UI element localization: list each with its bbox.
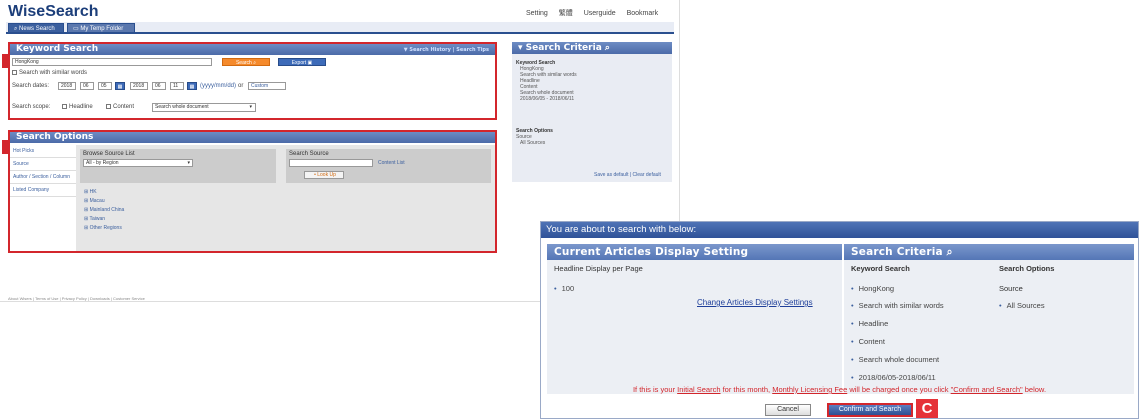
export-icon: ▣ xyxy=(307,60,313,66)
page-footer: About Wisers | Terms of Use | Privacy Po… xyxy=(8,296,145,301)
magnifier-icon: ⌕ xyxy=(253,60,257,66)
display-setting-title: Current Articles Display Setting xyxy=(547,244,842,260)
criteria-side-options: Search Options Source All Sources xyxy=(516,128,553,146)
browse-label: Browse Source List xyxy=(83,151,135,157)
display-setting-section: Current Articles Display Setting Headlin… xyxy=(547,244,842,394)
criteria-item: Search with similar words xyxy=(851,301,944,310)
wisesearch-logo: WiseSearch xyxy=(8,3,99,20)
criteria-item: HongKong xyxy=(851,284,894,293)
confirm-and-search-button[interactable]: Confirm and Search xyxy=(827,403,913,417)
options-content: Browse Source List All - by Region ▾ Sear… xyxy=(76,145,495,251)
region-hk[interactable]: ⊞ HK xyxy=(84,189,124,195)
date-to-day[interactable]: 11 xyxy=(170,82,184,90)
headline-per-page-label: Headline Display per Page xyxy=(554,264,643,273)
setting-link[interactable]: Setting xyxy=(526,10,548,17)
region-mainland[interactable]: ⊞ Mainland China xyxy=(84,207,124,213)
search-icon: ⌕ xyxy=(14,26,18,32)
calendar-from-icon[interactable]: ▦ xyxy=(115,82,125,90)
sidebar-item-hot-picks[interactable]: Hot Picks xyxy=(10,145,76,158)
search-source-label: Search Source xyxy=(289,151,329,157)
keyword-search-heading: Keyword Search xyxy=(851,264,910,273)
callout-a-tab xyxy=(2,54,10,68)
date-to-month[interactable]: 06 xyxy=(152,82,166,90)
region-tree: ⊞ HK ⊞ Macau ⊞ Mainland China ⊞ Taiwan ⊞… xyxy=(84,189,124,234)
callout-c-label: C xyxy=(916,399,938,418)
calendar-to-icon[interactable]: ▦ xyxy=(187,82,197,90)
folder-icon: ▭ xyxy=(73,26,79,32)
tab-news-search[interactable]: ⌕ News Search xyxy=(8,23,64,33)
keyword-input[interactable]: HongKong xyxy=(12,58,212,66)
region-other[interactable]: ⊞ Other Regions xyxy=(84,225,124,231)
userguide-link[interactable]: Userguide xyxy=(584,10,616,17)
magnifier-icon: ⌕ xyxy=(604,43,610,53)
options-sidebar: Hot Picks Source Author / Section / Colu… xyxy=(10,145,76,251)
licensing-notice: If this is your Initial Search for this … xyxy=(632,385,1047,394)
content-checkbox[interactable]: Content xyxy=(106,104,134,110)
search-source-box: Search Source Content List • Look Up xyxy=(286,149,491,183)
sidebar-item-author[interactable]: Author / Section / Column xyxy=(10,171,76,184)
search-criteria-section: Search Criteria ⌕ Keyword Search HongKon… xyxy=(844,244,1134,394)
search-button[interactable]: Search ⌕ xyxy=(222,58,270,66)
browse-source-box: Browse Source List All - by Region ▾ xyxy=(80,149,276,183)
dropdown-arrow-icon: ▾ xyxy=(249,104,252,110)
search-history-links[interactable]: ▼ Search History | Search Tips xyxy=(404,45,489,56)
headline-checkbox[interactable]: Headline xyxy=(62,104,93,110)
region-taiwan[interactable]: ⊞ Taiwan xyxy=(84,216,124,222)
date-from-year[interactable]: 2018 xyxy=(58,82,76,90)
similar-words-checkbox[interactable]: Search with similar words xyxy=(12,70,87,76)
search-criteria-sidepanel: ▾ Search Criteria ⌕ Keyword Search HongK… xyxy=(512,42,672,182)
checkbox-icon xyxy=(12,70,17,75)
callout-b-tab xyxy=(2,140,10,154)
dropdown-arrow-icon: ▾ xyxy=(187,160,190,166)
confirm-search-dialog: You are about to search with below: Curr… xyxy=(540,221,1139,419)
source-item: All Sources xyxy=(999,301,1045,310)
tab-bar: ⌕ News Search ▭ My Temp Folder xyxy=(6,22,674,34)
checkbox-icon xyxy=(106,104,111,109)
sidebar-item-listed-company[interactable]: Listed Company xyxy=(10,184,76,197)
look-up-button[interactable]: • Look Up xyxy=(304,171,344,179)
search-options-heading: Search Options xyxy=(999,264,1055,273)
date-range-select[interactable]: Custom xyxy=(248,82,286,90)
dialog-title: You are about to search with below: xyxy=(541,222,1138,238)
date-to-year[interactable]: 2018 xyxy=(130,82,148,90)
search-criteria-title: Search Criteria ⌕ xyxy=(844,244,1134,260)
keyword-search-panel: Keyword Search ▼ Search History | Search … xyxy=(2,42,497,120)
or-label: or xyxy=(238,83,244,89)
bookmark-link[interactable]: Bookmark xyxy=(627,10,659,17)
licensing-fee-link[interactable]: Monthly Licensing Fee xyxy=(772,385,847,394)
date-format-hint: (yyyy/mm/dd) xyxy=(200,83,236,89)
search-options-panel: Search Options Hot Picks Source Author /… xyxy=(2,130,497,253)
criteria-item: Search whole document xyxy=(851,355,939,364)
criteria-item: 2018/06/05-2018/06/11 xyxy=(851,373,936,382)
initial-search-link[interactable]: Initial Search xyxy=(677,385,720,394)
top-links: Setting 繁體 Userguide Bookmark xyxy=(526,8,667,18)
sidebar-item-source[interactable]: Source xyxy=(10,158,76,171)
checkbox-icon xyxy=(62,104,67,109)
date-from-month[interactable]: 06 xyxy=(80,82,94,90)
criteria-item: Content xyxy=(851,337,885,346)
scope-select[interactable]: Search whole document ▾ xyxy=(152,103,256,112)
search-options-title: Search Options xyxy=(10,132,495,143)
date-from-day[interactable]: 05 xyxy=(98,82,112,90)
browse-select[interactable]: All - by Region ▾ xyxy=(83,159,193,167)
search-scope-label: Search scope: xyxy=(12,104,51,110)
criteria-item: Headline xyxy=(851,319,889,328)
criteria-side-title: ▾ Search Criteria ⌕ xyxy=(512,42,672,54)
keyword-search-title: Keyword Search ▼ Search History | Search … xyxy=(10,44,495,55)
tab-temp-folder[interactable]: ▭ My Temp Folder xyxy=(67,23,135,33)
criteria-side-kw: Keyword Search HongKong Search with simi… xyxy=(516,60,577,102)
cancel-button[interactable]: Cancel xyxy=(765,404,811,416)
export-button[interactable]: Export ▣ xyxy=(278,58,326,66)
search-dates-label: Search dates: xyxy=(12,83,50,89)
change-display-settings-link[interactable]: Change Articles Display Settings xyxy=(697,298,813,307)
search-source-input[interactable] xyxy=(289,159,373,167)
magnifier-icon: ⌕ xyxy=(946,246,953,258)
headline-per-page-value: 100 xyxy=(554,284,575,293)
language-link[interactable]: 繁體 xyxy=(559,10,573,17)
save-default-links[interactable]: Save as default | Clear default xyxy=(594,172,661,178)
source-label: Source xyxy=(999,284,1023,293)
content-list-link[interactable]: Content List xyxy=(378,160,405,166)
region-macau[interactable]: ⊞ Macau xyxy=(84,198,124,204)
